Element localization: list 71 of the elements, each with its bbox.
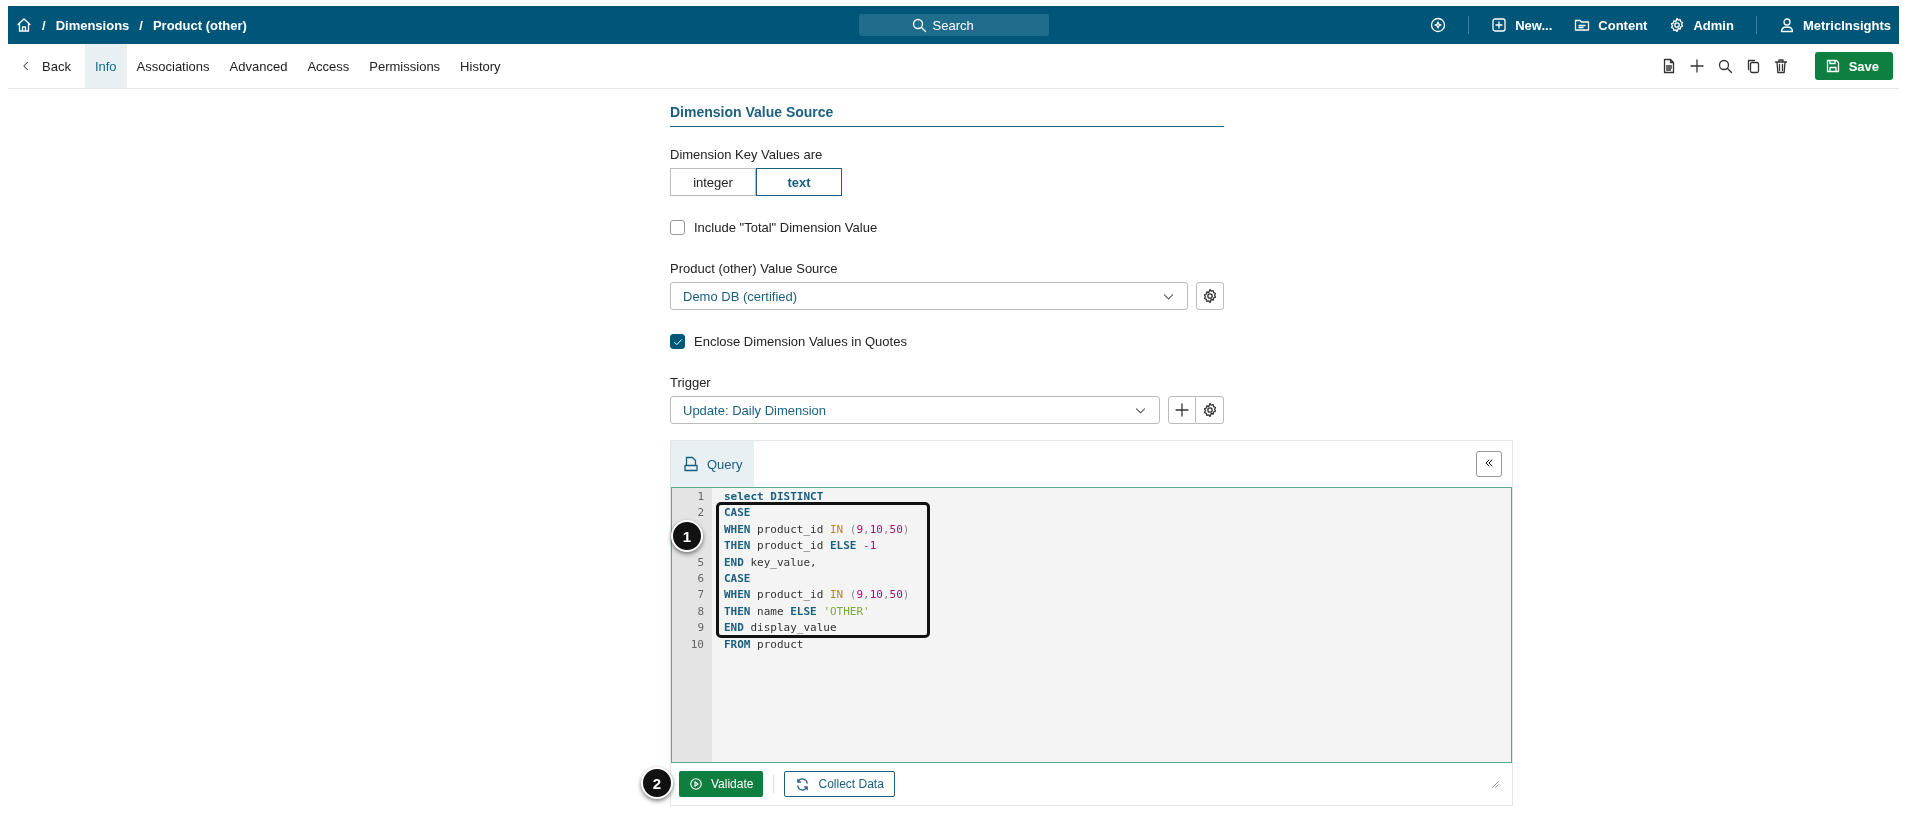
nav-link[interactable]: Content — [1574, 17, 1648, 33]
tab[interactable]: Permissions — [359, 44, 451, 88]
line-number: 6 — [697, 571, 704, 585]
segment-option[interactable]: text — [756, 168, 842, 196]
tab[interactable]: Access — [297, 44, 360, 88]
field-label: Dimension Key Values are — [670, 147, 824, 162]
new-icon — [1491, 17, 1508, 33]
line-number: 5 — [697, 555, 704, 569]
gear-icon — [1202, 288, 1218, 304]
validate-button[interactable]: Validate — [679, 771, 764, 797]
sparkle-icon — [1430, 17, 1447, 33]
field-label: Product (other) Value Source — [670, 261, 839, 276]
search-field[interactable]: Search — [858, 14, 1049, 36]
trigger-dropdown[interactable]: Update: Daily Dimension — [670, 396, 1160, 424]
plus-icon — [1688, 58, 1705, 74]
trash-icon — [1772, 58, 1789, 74]
source-dropdown[interactable]: Demo DB (certified) — [670, 282, 1188, 310]
save-button[interactable]: Save — [1814, 52, 1893, 80]
section-title: Dimension Value Source — [670, 101, 1224, 127]
nav-link[interactable]: New... — [1491, 17, 1553, 33]
collapse-button[interactable] — [1476, 451, 1502, 477]
code-line: CASE — [724, 570, 752, 587]
gear-icon — [1669, 17, 1686, 33]
line-number: 2 — [697, 506, 704, 520]
settings-button[interactable] — [1196, 282, 1224, 310]
breadcrumb-separator: / — [139, 17, 143, 33]
code-line: FROM product — [724, 636, 805, 653]
code-line: THEN name ELSE 'OTHER' — [724, 603, 871, 620]
field-label: Trigger — [670, 375, 712, 390]
folder-icon — [1574, 17, 1591, 33]
segment-option[interactable]: integer — [670, 168, 756, 196]
back-button[interactable]: Back — [14, 44, 85, 88]
collect-data-button[interactable]: Collect Data — [784, 771, 895, 797]
line-number: 8 — [697, 604, 704, 618]
home-icon — [16, 17, 32, 33]
breadcrumb-separator: / — [42, 17, 46, 33]
tab[interactable]: History — [450, 44, 511, 88]
query-tab[interactable]: Query — [671, 441, 755, 487]
line-number: 1 — [697, 490, 704, 503]
checkbox[interactable] — [670, 334, 685, 349]
code-line: WHEN product_id IN (9,10,50) — [724, 587, 910, 604]
checkbox-label: Include "Total" Dimension Value — [694, 220, 878, 235]
code-line: THEN product_id ELSE -1 — [724, 538, 878, 555]
nav-link[interactable]: MetricInsights — [1778, 17, 1891, 33]
add-button[interactable] — [1168, 396, 1196, 424]
floppy-icon — [1824, 58, 1841, 74]
search-icon — [910, 17, 927, 33]
line-number: 7 — [697, 588, 704, 602]
line-number: 9 — [697, 621, 704, 635]
code-line: WHEN product_id IN (9,10,50) — [724, 521, 910, 538]
code-line: END key_value, — [724, 554, 818, 571]
play-circle-icon — [689, 777, 703, 791]
user-icon — [1778, 17, 1795, 33]
checkbox-label: Enclose Dimension Values in Quotes — [694, 334, 907, 349]
code-line: END display_value — [724, 620, 838, 637]
settings-button[interactable] — [1196, 396, 1224, 424]
checkbox[interactable] — [670, 220, 685, 235]
nav-link[interactable]: Admin — [1669, 17, 1734, 33]
gear-icon — [1201, 402, 1218, 418]
tab[interactable]: Info — [84, 44, 127, 88]
refresh-icon — [795, 776, 811, 792]
search-icon — [1716, 58, 1733, 74]
line-number: 10 — [690, 637, 704, 651]
tab[interactable]: Associations — [126, 44, 220, 88]
tab[interactable]: Advanced — [219, 44, 298, 88]
breadcrumb-item[interactable]: Dimensions — [55, 17, 130, 33]
breadcrumb-item[interactable]: Product (other) — [152, 17, 247, 33]
code-line: CASE — [724, 505, 752, 522]
callout-badge: 2 — [641, 767, 673, 799]
code-line: select DISTINCT — [724, 489, 825, 505]
plus-icon — [1174, 402, 1190, 418]
